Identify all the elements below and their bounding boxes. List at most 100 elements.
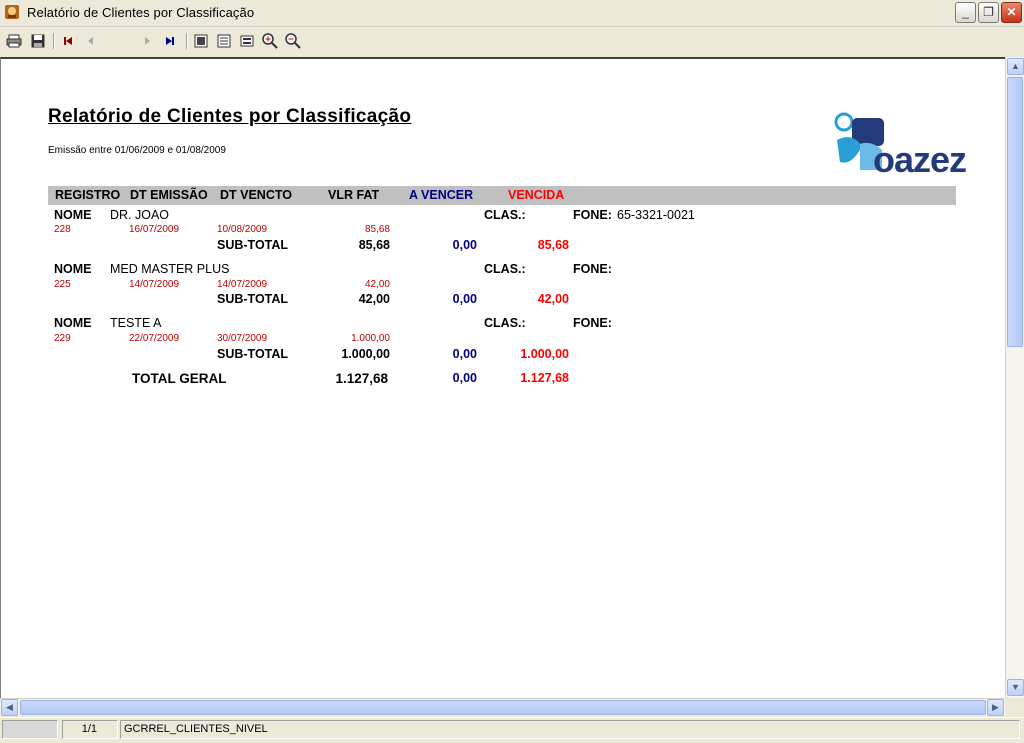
clas-label: CLAS.: — [484, 316, 526, 330]
restore-button[interactable]: ❐ — [978, 2, 999, 23]
clas-label: CLAS.: — [484, 208, 526, 222]
previous-page-button[interactable] — [82, 32, 100, 50]
minimize-button[interactable]: _ — [955, 2, 976, 23]
fone-label: FONE: — [573, 208, 612, 222]
report-subtitle: Emissão entre 01/06/2009 e 01/08/2009 — [48, 145, 226, 156]
app-icon[interactable] — [4, 4, 20, 20]
zoom-100-button[interactable] — [238, 32, 256, 50]
actual-size-icon — [240, 35, 254, 47]
previous-page-icon — [88, 37, 93, 45]
arrow-left-icon: ◀ — [6, 702, 13, 712]
close-icon: ✕ — [1006, 5, 1017, 19]
detail-registro: 228 — [54, 224, 71, 235]
subtotal-vencida: 1.000,00 — [520, 347, 569, 361]
nome-label: NOME — [54, 208, 92, 222]
nome-label: NOME — [54, 316, 92, 330]
zoom-out-button[interactable] — [284, 32, 302, 50]
oazez-logo-icon: oazez — [834, 112, 967, 180]
scroll-right-button[interactable]: ▶ — [987, 699, 1004, 716]
page-width-icon — [217, 34, 231, 48]
vertical-scrollbar[interactable]: ▲ ▼ — [1005, 57, 1024, 698]
subtotal-vlr-fat: 42,00 — [358, 292, 390, 306]
report-name: GCRREL_CLIENTES_NIVEL — [120, 720, 1020, 739]
detail-dt-emissao: 16/07/2009 — [129, 224, 180, 235]
detail-vlr-fat: 85,68 — [364, 224, 390, 235]
subtotal-a-vencer: 0,00 — [452, 292, 477, 306]
next-page-icon — [145, 37, 150, 45]
progress-panel — [2, 720, 58, 739]
subtotal-a-vencer: 0,00 — [452, 238, 477, 252]
subtotal-label: SUB-TOTAL — [217, 347, 289, 361]
restore-icon: ❐ — [983, 5, 994, 19]
client-phone: 65-3321-0021 — [617, 208, 695, 222]
status-bar: 1/1 GCRREL_CLIENTES_NIVEL — [0, 717, 1024, 743]
detail-dt-vencto: 14/07/2009 — [217, 279, 268, 290]
subtotal-vlr-fat: 1.000,00 — [341, 347, 390, 361]
detail-vlr-fat: 1.000,00 — [351, 333, 390, 344]
whole-page-button[interactable] — [192, 32, 210, 50]
total-vencida: 1.127,68 — [520, 371, 569, 385]
fone-label: FONE: — [573, 316, 612, 330]
detail-vlr-fat: 42,00 — [364, 279, 390, 290]
header-vlr-fat: VLR FAT — [328, 188, 380, 202]
header-dt-vencto: DT VENCTO — [220, 188, 292, 202]
whole-page-icon — [194, 34, 208, 48]
subtotal-a-vencer: 0,00 — [452, 347, 477, 361]
scroll-down-button[interactable]: ▼ — [1007, 679, 1024, 696]
subtotal-vencida: 42,00 — [537, 292, 569, 306]
close-button[interactable]: ✕ — [1001, 2, 1022, 23]
minimize-icon: _ — [962, 5, 969, 19]
first-page-icon — [64, 37, 72, 45]
arrow-up-icon: ▲ — [1011, 61, 1020, 71]
scroll-left-button[interactable]: ◀ — [1, 699, 18, 716]
fone-label: FONE: — [573, 262, 612, 276]
save-button[interactable] — [29, 32, 47, 50]
detail-dt-emissao: 22/07/2009 — [129, 333, 180, 344]
detail-registro: 225 — [54, 279, 71, 290]
logo-text: oazez — [873, 139, 966, 180]
next-page-button[interactable] — [138, 32, 156, 50]
printer-icon — [6, 34, 22, 48]
floppy-disk-icon — [31, 34, 45, 48]
detail-dt-vencto: 10/08/2009 — [217, 224, 268, 235]
company-logo: oazez — [832, 110, 982, 180]
first-page-button[interactable] — [59, 32, 77, 50]
clas-label: CLAS.: — [484, 262, 526, 276]
print-button[interactable] — [5, 32, 23, 50]
nome-label: NOME — [54, 262, 92, 276]
client-name: DR. JOAO — [110, 208, 170, 222]
last-page-button[interactable] — [161, 32, 179, 50]
title-bar: Relatório de Clientes por Classificação … — [0, 0, 1024, 27]
header-a-vencer: A VENCER — [409, 188, 474, 202]
detail-dt-emissao: 14/07/2009 — [129, 279, 180, 290]
page-width-button[interactable] — [215, 32, 233, 50]
zoom-out-icon — [285, 33, 301, 49]
header-vencida: VENCIDA — [508, 188, 565, 202]
horizontal-scrollbar[interactable]: ◀ ▶ — [0, 698, 1005, 716]
client-name: TESTE A — [110, 316, 162, 330]
detail-registro: 229 — [54, 333, 71, 344]
subtotal-vencida: 85,68 — [537, 238, 569, 252]
window-title: Relatório de Clientes por Classificação — [27, 5, 255, 20]
toolbar — [0, 27, 1024, 76]
subtotal-label: SUB-TOTAL — [217, 238, 289, 252]
header-dt-emissao: DT EMISSÃO — [130, 188, 208, 202]
client-name: MED MASTER PLUS — [110, 262, 230, 276]
scroll-up-button[interactable]: ▲ — [1007, 58, 1024, 75]
report-title: Relatório de Clientes por Classificação — [48, 106, 412, 127]
arrow-right-icon: ▶ — [992, 702, 999, 712]
total-label: TOTAL GERAL — [132, 371, 227, 386]
zoom-in-button[interactable] — [261, 32, 279, 50]
page-count: 1/1 — [62, 720, 118, 739]
vertical-scroll-thumb[interactable] — [1007, 77, 1023, 347]
subtotal-vlr-fat: 85,68 — [358, 238, 390, 252]
subtotal-label: SUB-TOTAL — [217, 292, 289, 306]
total-a-vencer: 0,00 — [452, 371, 477, 385]
total-vlr-fat: 1.127,68 — [335, 371, 388, 386]
zoom-in-icon — [262, 33, 278, 49]
last-page-icon — [166, 37, 174, 45]
detail-dt-vencto: 30/07/2009 — [217, 333, 268, 344]
arrow-down-icon: ▼ — [1011, 682, 1020, 692]
header-registro: REGISTRO — [55, 188, 121, 202]
horizontal-scroll-thumb[interactable] — [20, 700, 986, 715]
